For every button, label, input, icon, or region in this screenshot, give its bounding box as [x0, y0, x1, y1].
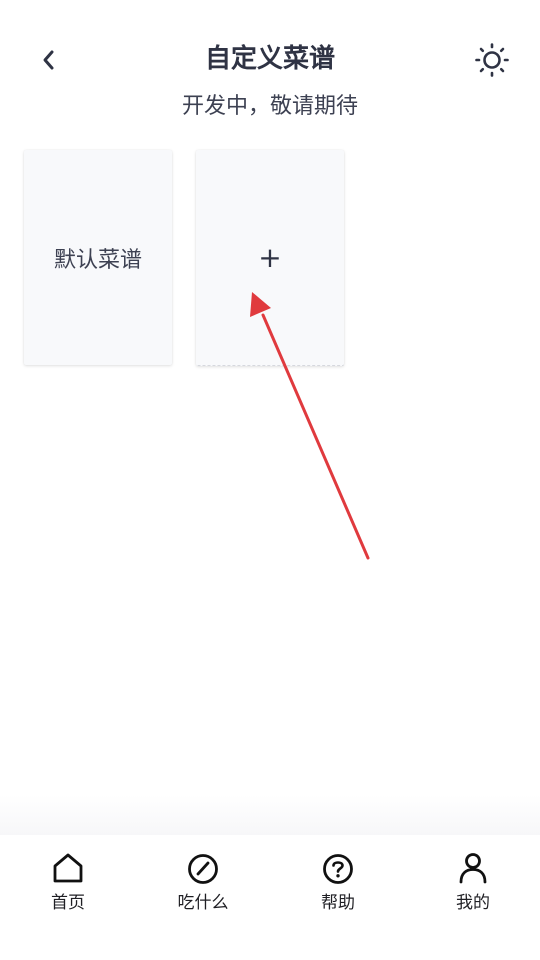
- add-recipe-card[interactable]: +: [196, 150, 344, 366]
- tab-home[interactable]: 首页: [23, 850, 113, 922]
- tab-label: 首页: [51, 893, 85, 913]
- header: 自定义菜谱 开发中，敬请期待: [0, 0, 540, 125]
- theme-toggle-button[interactable]: [472, 40, 512, 80]
- home-icon: [53, 853, 83, 883]
- tab-label: 吃什么: [177, 893, 229, 913]
- recipe-card-label: 默认菜谱: [53, 247, 142, 273]
- tab-label: 帮助: [321, 893, 355, 913]
- page-title: 自定义菜谱: [204, 44, 335, 74]
- tab-help[interactable]: 帮助: [293, 850, 383, 922]
- user-icon: [459, 853, 487, 884]
- sun-icon: [475, 43, 509, 77]
- tabbar-shadow: [0, 795, 540, 835]
- tab-what-to-eat[interactable]: 吃什么: [158, 850, 248, 922]
- question-circle-icon: [323, 854, 353, 884]
- gauge-icon: [188, 854, 218, 884]
- tab-label: 我的: [456, 893, 490, 913]
- recipe-card-default[interactable]: 默认菜谱: [24, 150, 172, 365]
- bottom-tab-bar: 首页 吃什么 帮助 我的: [0, 835, 540, 960]
- page-subtitle: 开发中，敬请期待: [181, 94, 358, 119]
- plus-icon: +: [258, 240, 282, 274]
- tab-mine[interactable]: 我的: [428, 850, 518, 922]
